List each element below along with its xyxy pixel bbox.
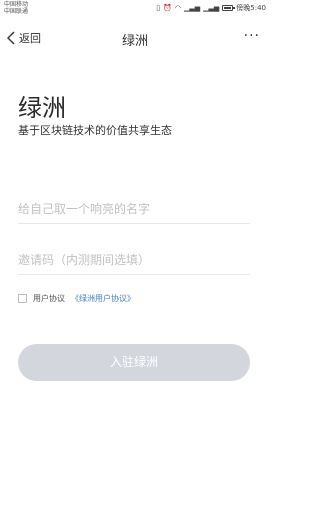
signal-icon: ▁▃▅ <box>183 4 201 12</box>
more-icon[interactable]: ··· <box>244 28 260 44</box>
agreement-checkbox[interactable] <box>18 294 27 303</box>
agreement-link[interactable]: 《绿洲用户协议》 <box>71 293 135 304</box>
status-bar: 中国移动 中国联通 ▯ ⏰ ◠ ▁▃▅ ▁▃▅ 傍晚5:40 <box>0 0 270 18</box>
join-button[interactable]: 入驻绿洲 <box>18 344 250 381</box>
app-subtitle: 基于区块链技术的价值共享生态 <box>18 124 172 137</box>
page-title: 绿洲 <box>121 34 148 49</box>
carrier-1: 中国移动 <box>4 1 29 8</box>
vibrate-icon: ▯ <box>156 4 161 12</box>
wifi-icon: ◠ <box>174 4 181 12</box>
battery-icon <box>222 5 236 11</box>
carrier-info: 中国移动 中国联通 <box>4 1 28 15</box>
agreement-row: 用户协议 《绿洲用户协议》 <box>18 293 135 304</box>
invite-code-input[interactable] <box>18 245 250 275</box>
agreement-label: 用户协议 <box>33 294 65 303</box>
nickname-input[interactable] <box>18 194 250 224</box>
carrier-2: 中国联通 <box>4 8 29 15</box>
app-title: 绿洲 <box>18 94 66 122</box>
status-icons: ▯ ⏰ ◠ ▁▃▅ ▁▃▅ 傍晚5:40 <box>156 3 266 13</box>
clock: 傍晚5:40 <box>236 4 266 12</box>
nav-bar: 返回 绿洲 ··· <box>0 22 270 56</box>
signal-icon: ▁▃▅ <box>203 4 220 12</box>
alarm-icon: ⏰ <box>163 4 172 12</box>
